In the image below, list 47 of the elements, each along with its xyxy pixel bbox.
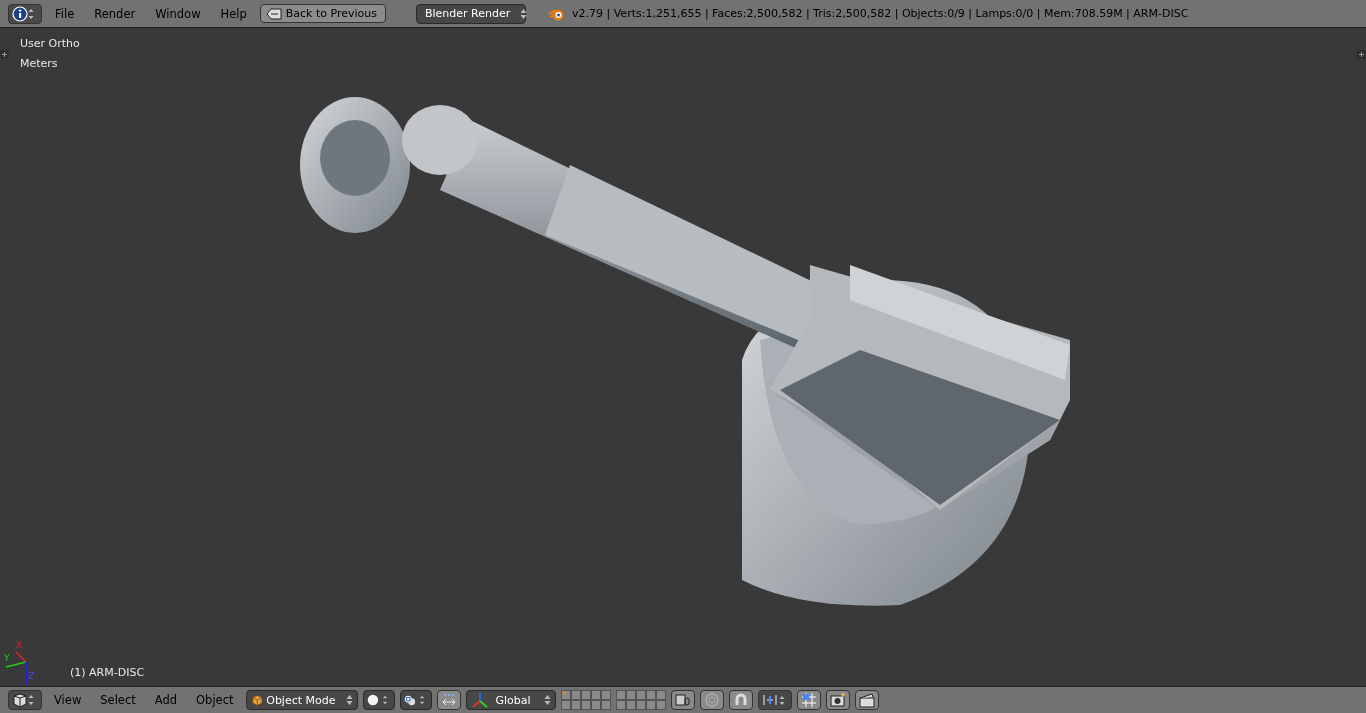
transform-orientation-dropdown[interactable]: Global	[465, 690, 556, 710]
editor-type-button[interactable]	[8, 690, 42, 710]
circle-icon	[703, 692, 720, 708]
expand-right-icon[interactable]	[1357, 50, 1366, 59]
units-label: Meters	[20, 57, 58, 70]
interaction-mode-dropdown[interactable]: Object Mode	[245, 690, 358, 710]
proportional-editing-button[interactable]	[699, 690, 724, 710]
axes-icon	[470, 692, 489, 708]
editor-type-button[interactable]	[8, 3, 42, 24]
menu-item[interactable]: View	[47, 693, 89, 707]
layer-grid-icon	[615, 690, 666, 710]
cube-link-icon	[674, 693, 691, 707]
axis-label: Y	[4, 653, 10, 663]
axis-label: X	[16, 640, 23, 650]
layer-grid-icon	[560, 690, 611, 710]
menu-item[interactable]: Render	[87, 6, 143, 21]
manipulator-toggle-button[interactable]	[436, 690, 461, 710]
dropdown-arrows-icon	[543, 694, 551, 706]
limit-selection-button[interactable]	[670, 690, 695, 710]
pivot-point-dropdown[interactable]	[399, 690, 432, 710]
arrows-icon	[440, 693, 457, 707]
clapperboard-icon	[858, 692, 875, 708]
snap-button[interactable]	[728, 690, 753, 710]
menu-item[interactable]: Window	[148, 6, 208, 21]
axis-label: Z	[28, 671, 35, 681]
back-arrow-icon	[265, 7, 282, 20]
viewport-shading-dropdown[interactable]	[362, 690, 395, 710]
cube-icon	[251, 693, 263, 707]
snap-target-button[interactable]	[796, 690, 821, 710]
render-engine-dropdown[interactable]: Blender Render	[416, 3, 526, 24]
menu-item[interactable]: File	[48, 6, 82, 21]
menu-item[interactable]: Select	[93, 693, 143, 707]
menu-item[interactable]: Object	[189, 693, 241, 707]
active-object-label: (1) ARM-DISC	[70, 666, 145, 679]
scene-statistics: v2.79 | Verts:1,251,655 | Faces:2,500,582 | Tris:2,500,582 | Objects:0/9 | Lamps:0/0 | Mem:708.59M | ARM-DISC	[572, 7, 1189, 20]
render-animation-button[interactable]	[854, 690, 879, 710]
back-to-previous-button[interactable]: Back to Previous	[259, 4, 386, 23]
dropdown-arrows-icon	[520, 7, 528, 20]
menu-item[interactable]: Add	[147, 693, 185, 707]
camera-icon	[829, 692, 846, 708]
menu-item[interactable]: Help	[213, 6, 254, 21]
expand-left-icon[interactable]	[0, 50, 9, 59]
snap-element-dropdown[interactable]	[757, 690, 792, 710]
dropdown-arrows-icon	[345, 694, 353, 706]
grid-icon	[800, 692, 817, 708]
render-image-button[interactable]	[825, 690, 850, 710]
view-name-label: User Ortho	[20, 37, 80, 50]
